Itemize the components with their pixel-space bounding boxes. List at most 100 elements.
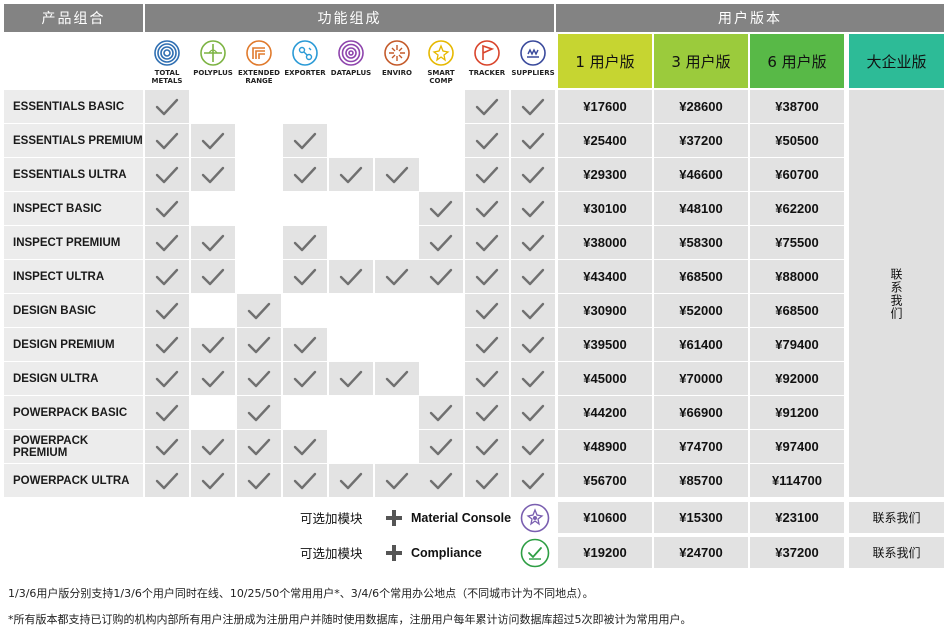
- check-icon: [154, 199, 180, 219]
- feature-cell-polyplus: [191, 124, 235, 158]
- feature-cell-total-metals: [145, 464, 189, 498]
- feature-cell-tracker: [465, 158, 509, 192]
- price-cell-tier-3: ¥114700: [750, 464, 844, 498]
- price-cell-tier-2: ¥70000: [654, 362, 748, 396]
- check-icon: [246, 335, 272, 355]
- price-cell-tier-3: ¥75500: [750, 226, 844, 260]
- feature-cell-tracker: [465, 430, 509, 464]
- product-row-label: POWERPACK BASIC: [4, 396, 143, 430]
- feature-cell-dataplus: [329, 362, 373, 396]
- product-row-label: ESSENTIALS BASIC: [4, 90, 143, 124]
- check-icon: [474, 97, 500, 117]
- module-label: TOTAL METALS: [151, 69, 183, 85]
- addon-enterprise-contact[interactable]: 联系我们: [849, 537, 944, 568]
- feature-cell-polyplus: [191, 328, 235, 362]
- module-header-suppliers: SUPPLIERS: [511, 34, 555, 88]
- feature-cell-exporter: [283, 158, 327, 192]
- feature-cell-suppliers: [511, 396, 555, 430]
- feature-cell-exporter: [283, 294, 327, 327]
- price-cell-tier-2: ¥37200: [654, 124, 748, 158]
- feature-cell-exporter: [283, 260, 327, 294]
- feature-cell-exporter: [283, 430, 327, 464]
- check-icon: [154, 267, 180, 287]
- enviro-icon: [384, 40, 410, 66]
- feature-cell-suppliers: [511, 464, 555, 498]
- check-icon: [154, 131, 180, 151]
- price-cell-tier-2: ¥66900: [654, 396, 748, 430]
- feature-cell-tracker: [465, 464, 509, 498]
- check-icon: [200, 369, 226, 389]
- plus-icon: [383, 507, 405, 529]
- addon-enterprise-contact[interactable]: 联系我们: [849, 502, 944, 533]
- feature-cell-smart-comp: [419, 294, 463, 327]
- compliance-icon: [520, 538, 550, 568]
- check-icon: [154, 301, 180, 321]
- addon-optional-label: 可选加模块: [300, 546, 363, 561]
- check-icon: [428, 403, 454, 423]
- price-cell-tier-1: ¥30900: [558, 294, 652, 328]
- module-label: TRACKER: [468, 69, 506, 77]
- module-header-exporter: EXPORTER: [283, 34, 327, 88]
- feature-cell-smart-comp: [419, 90, 463, 123]
- price-cell-tier-1: ¥43400: [558, 260, 652, 294]
- check-icon: [520, 97, 546, 117]
- check-icon: [520, 335, 546, 355]
- check-icon: [428, 471, 454, 491]
- feature-cell-tracker: [465, 294, 509, 328]
- price-cell-tier-1: ¥30100: [558, 192, 652, 226]
- feature-cell-suppliers: [511, 124, 555, 158]
- price-cell-tier-3: ¥62200: [750, 192, 844, 226]
- check-icon: [428, 267, 454, 287]
- check-icon: [292, 165, 318, 185]
- check-icon: [200, 267, 226, 287]
- check-icon: [200, 233, 226, 253]
- module-header-tracker: TRACKER: [465, 34, 509, 88]
- check-icon: [384, 369, 410, 389]
- feature-cell-smart-comp: [419, 226, 463, 260]
- feature-cell-dataplus: [329, 328, 373, 361]
- addon-price-tier-2: ¥24700: [654, 537, 748, 568]
- check-icon: [200, 471, 226, 491]
- feature-cell-total-metals: [145, 226, 189, 260]
- check-icon: [474, 301, 500, 321]
- feature-cell-dataplus: [329, 260, 373, 294]
- product-row-label: DESIGN ULTRA: [4, 362, 143, 396]
- tier-header-4: 大企业版: [849, 34, 944, 88]
- feature-cell-extended-range: [237, 294, 281, 328]
- tracker-icon: [474, 40, 500, 66]
- price-cell-tier-1: ¥48900: [558, 430, 652, 464]
- feature-cell-suppliers: [511, 260, 555, 294]
- enterprise-contact-text: 联系我们: [889, 267, 903, 320]
- feature-cell-total-metals: [145, 396, 189, 430]
- feature-cell-extended-range: [237, 124, 281, 157]
- feature-cell-enviro: [375, 430, 419, 463]
- product-row-label: DESIGN BASIC: [4, 294, 143, 328]
- check-icon: [474, 471, 500, 491]
- module-header-dataplus: DATAPLUS: [329, 34, 373, 88]
- addon-name: Material Console: [411, 510, 512, 525]
- check-icon: [292, 267, 318, 287]
- feature-cell-polyplus: [191, 464, 235, 498]
- feature-cell-extended-range: [237, 328, 281, 362]
- check-icon: [292, 335, 318, 355]
- check-icon: [384, 267, 410, 287]
- feature-cell-exporter: [283, 396, 327, 429]
- feature-cell-exporter: [283, 192, 327, 225]
- feature-cell-smart-comp: [419, 158, 463, 191]
- enterprise-contact-cell[interactable]: 联系我们: [849, 90, 944, 498]
- module-header-polyplus: POLYPLUS: [191, 34, 235, 88]
- feature-cell-enviro: [375, 328, 419, 361]
- check-icon: [154, 97, 180, 117]
- check-icon: [474, 335, 500, 355]
- feature-cell-enviro: [375, 464, 419, 498]
- check-icon: [474, 199, 500, 219]
- feature-cell-polyplus: [191, 158, 235, 192]
- price-cell-tier-3: ¥50500: [750, 124, 844, 158]
- feature-cell-dataplus: [329, 226, 373, 259]
- price-cell-tier-2: ¥74700: [654, 430, 748, 464]
- check-icon: [520, 267, 546, 287]
- check-icon: [154, 233, 180, 253]
- check-icon: [154, 165, 180, 185]
- feature-cell-suppliers: [511, 362, 555, 396]
- feature-cell-exporter: [283, 124, 327, 158]
